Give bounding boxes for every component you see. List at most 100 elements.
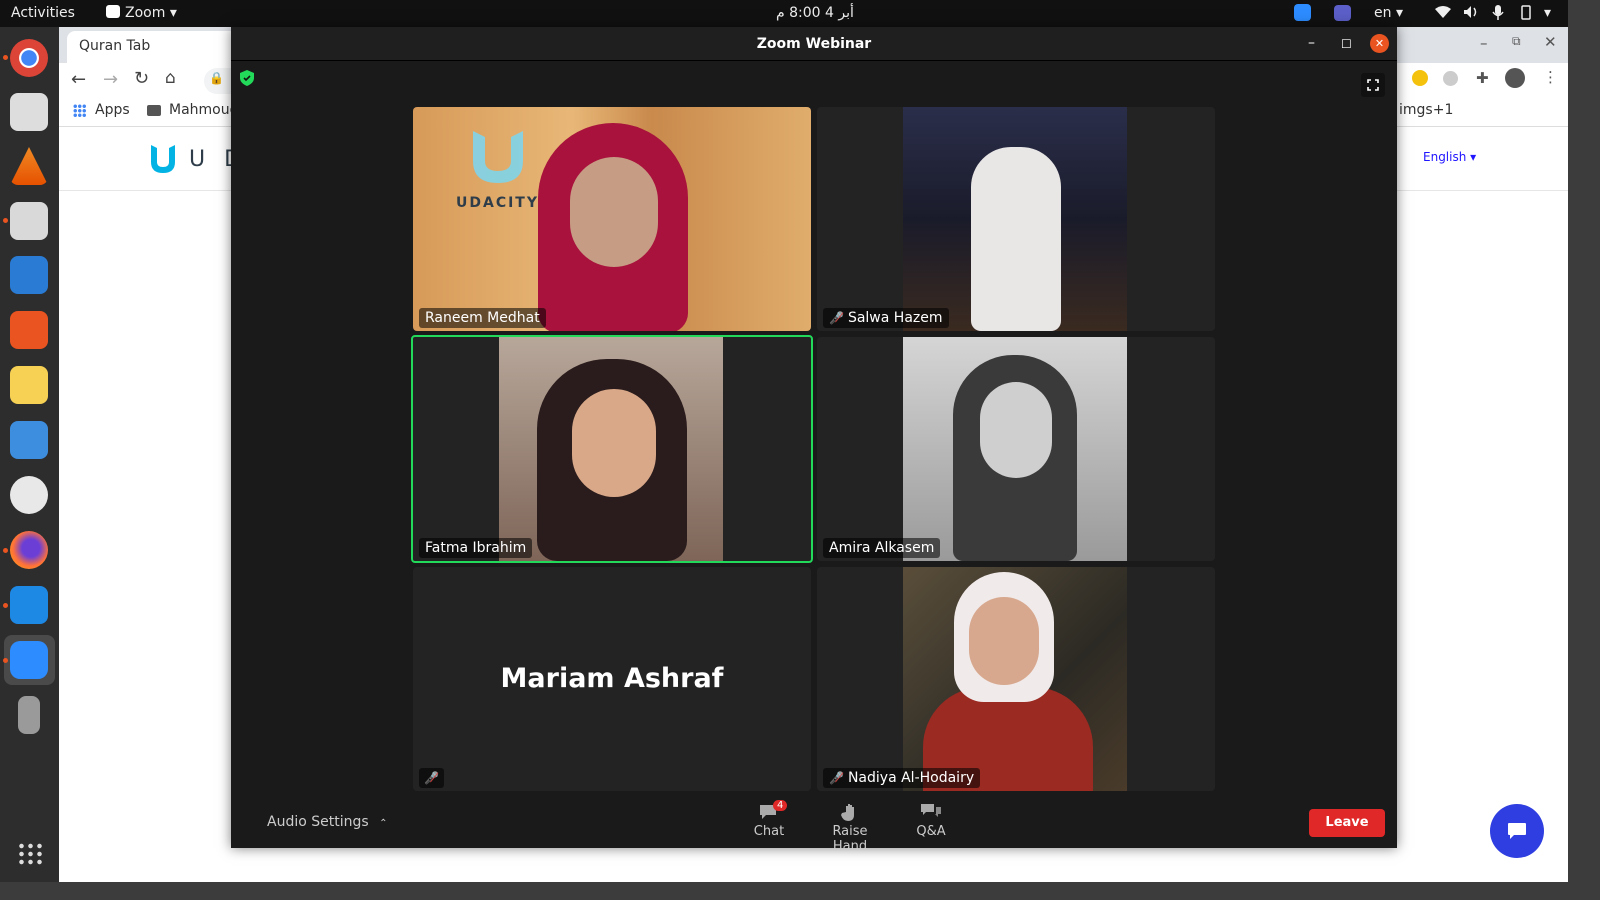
profile-avatar[interactable] — [1505, 68, 1525, 88]
minimize-icon[interactable]: – — [1480, 34, 1488, 52]
forward-arrow-icon[interactable]: → — [103, 69, 118, 90]
participant-tile[interactable]: Amira Alkasem — [817, 337, 1215, 561]
participant-name-label: Raneem Medhat — [425, 310, 540, 326]
application-dock — [0, 27, 59, 882]
raise-hand-button[interactable]: Raise Hand — [815, 803, 885, 854]
zoom-app-icon — [106, 5, 120, 18]
back-arrow-icon[interactable]: ← — [71, 69, 86, 90]
participant-name: 🎤̸ Nadiya Al-Hodairy — [823, 768, 981, 788]
zoom-tray-icon[interactable] — [1294, 4, 1311, 21]
microphone-icon[interactable] — [1492, 5, 1504, 24]
running-indicator — [3, 603, 8, 608]
postman-icon[interactable] — [10, 476, 48, 514]
screenshot-icon[interactable] — [10, 421, 48, 459]
running-indicator — [3, 55, 8, 60]
chevron-down-icon: ▾ — [169, 5, 177, 21]
participant-name: Raneem Medhat — [419, 308, 546, 328]
removable-drive-icon[interactable] — [18, 696, 40, 734]
audio-settings-label: Audio Settings — [267, 814, 369, 830]
folder-icon — [147, 105, 161, 116]
notes-icon[interactable] — [10, 366, 48, 404]
bookmark-apps[interactable]: Apps — [95, 102, 130, 118]
system-menu-chevron-icon[interactable]: ▾ — [1544, 5, 1551, 21]
chat-support-button[interactable] — [1490, 804, 1544, 858]
participant-tile[interactable]: 🎤̸ Salwa Hazem — [817, 107, 1215, 331]
extension-icon[interactable] — [1443, 71, 1458, 86]
system-top-bar: Activities Zoom ▾ أبر 4 8:00 م en ▾ ▾ — [0, 0, 1568, 27]
files-icon[interactable] — [10, 202, 48, 240]
audio-settings-button[interactable]: Audio Settings ⌃ — [267, 814, 388, 830]
participant-tile[interactable]: Mariam Ashraf 🎤̸ — [413, 567, 811, 791]
battery-icon[interactable] — [1518, 5, 1534, 24]
participant-tile[interactable]: UDACITY Raneem Medhat — [413, 107, 811, 331]
hand-icon — [841, 804, 854, 821]
participant-face — [570, 157, 658, 267]
firefox-icon[interactable] — [10, 531, 48, 569]
bookmark-imgs[interactable]: imgs+1 — [1399, 102, 1453, 118]
chrome-icon[interactable] — [10, 39, 48, 77]
extension-badge-icon[interactable] — [1412, 70, 1428, 86]
zoom-dock-icon[interactable] — [10, 641, 48, 679]
participant-display-name: Mariam Ashraf — [500, 663, 724, 694]
participant-face — [969, 597, 1039, 685]
participant-name-label: Nadiya Al-Hodairy — [847, 770, 975, 786]
show-applications-icon[interactable] — [17, 842, 43, 866]
puzzle-icon[interactable]: ✚ — [1476, 69, 1489, 87]
document-viewer-icon[interactable] — [10, 93, 48, 131]
encryption-shield-icon[interactable] — [240, 70, 254, 86]
kebab-menu-icon[interactable]: ⋮ — [1543, 68, 1558, 86]
window-title: Zoom Webinar — [756, 36, 872, 52]
wifi-icon[interactable] — [1435, 5, 1451, 23]
vscode-icon[interactable] — [10, 586, 48, 624]
language-label: en — [1374, 5, 1392, 21]
home-icon[interactable]: ⌂ — [165, 68, 176, 88]
expand-icon — [1367, 79, 1379, 91]
zoom-webinar-window: Zoom Webinar – ☐ ✕ UDACITY Raneem Medhat… — [231, 27, 1397, 854]
reload-icon[interactable]: ↻ — [134, 68, 149, 89]
participant-mute-indicator: 🎤̸ — [419, 768, 444, 788]
participant-name: Amira Alkasem — [823, 538, 941, 558]
chevron-down-icon: ▾ — [1470, 150, 1477, 164]
app-menu[interactable]: Zoom ▾ — [106, 5, 177, 21]
fullscreen-button[interactable] — [1361, 73, 1385, 97]
vlc-icon[interactable] — [10, 147, 48, 185]
writer-icon[interactable] — [10, 256, 48, 294]
udacity-logo-icon — [473, 131, 523, 183]
participant-name: 🎤̸ Salwa Hazem — [823, 308, 949, 328]
language-select[interactable]: English ▾ — [1423, 150, 1476, 164]
software-center-icon[interactable] — [10, 311, 48, 349]
chat-button[interactable]: 4 Chat — [747, 800, 791, 839]
volume-icon[interactable] — [1463, 5, 1479, 23]
participant-tile[interactable]: Fatma Ibrahim — [411, 335, 813, 563]
zoom-title-bar: Zoom Webinar – ☐ ✕ — [231, 27, 1397, 61]
tab-quran[interactable]: Quran Tab — [67, 31, 237, 63]
raise-hand-label: Raise Hand — [832, 824, 868, 854]
language-indicator[interactable]: en ▾ — [1374, 5, 1403, 21]
qa-icon — [921, 804, 941, 817]
participant-face — [572, 389, 656, 497]
language-select-label: English — [1423, 150, 1467, 164]
maximize-icon[interactable]: ☐ — [1341, 27, 1352, 61]
participant-tile[interactable]: 🎤̸ Nadiya Al-Hodairy — [817, 567, 1215, 791]
qa-label: Q&A — [916, 824, 946, 839]
activities-button[interactable]: Activities — [11, 5, 75, 21]
chevron-down-icon: ▾ — [1395, 5, 1403, 21]
chevron-up-icon: ⌃ — [379, 818, 388, 829]
muted-mic-icon: 🎤̸ — [424, 771, 439, 785]
running-indicator — [3, 218, 8, 223]
bookmark-folder[interactable]: Mahmoud — [169, 102, 239, 118]
clock[interactable]: أبر 4 8:00 م — [776, 5, 854, 21]
qa-button[interactable]: Q&A — [911, 803, 951, 839]
close-icon[interactable]: ✕ — [1544, 33, 1557, 51]
teams-tray-icon[interactable] — [1334, 5, 1351, 21]
app-menu-label: Zoom — [125, 5, 166, 21]
close-icon[interactable]: ✕ — [1370, 34, 1389, 53]
maximize-icon[interactable]: ⧉ — [1512, 34, 1521, 49]
udacity-wall-text: UDACITY — [456, 195, 539, 211]
minimize-icon[interactable]: – — [1308, 26, 1315, 60]
chat-bubble-icon — [1508, 823, 1526, 839]
participant-name-label: Amira Alkasem — [829, 540, 935, 556]
leave-button[interactable]: Leave — [1309, 809, 1385, 837]
running-indicator — [3, 658, 8, 663]
apps-grid-icon — [73, 104, 86, 117]
